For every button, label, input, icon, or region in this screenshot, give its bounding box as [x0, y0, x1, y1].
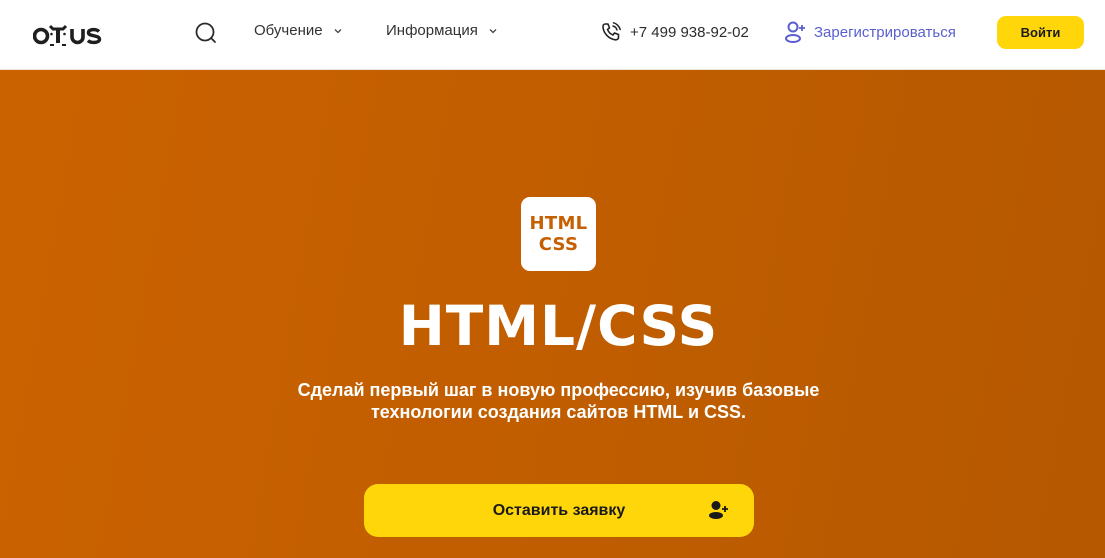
search-button[interactable] [193, 20, 219, 46]
nav-learning-dropdown[interactable]: Обучение [254, 22, 343, 39]
phone-number: +7 499 938-92-02 [630, 23, 749, 41]
logo-icon [33, 24, 102, 46]
user-plus-icon [785, 21, 805, 43]
site-header: Обучение Информация +7 499 938-92-02 Зар… [0, 0, 1105, 70]
subtitle-line-2: технологии создания сайтов HTML и CSS. [370, 402, 747, 422]
subtitle-line-1: Сделай первый шаг в новую профессию, изу… [297, 380, 820, 400]
chevron-down-icon [334, 28, 342, 33]
phone-link[interactable]: +7 499 938-92-02 [600, 21, 749, 43]
submit-application-button[interactable]: Оставить заявку [364, 484, 754, 537]
nav-info-label: Информация [386, 22, 478, 39]
cta-label: Оставить заявку [492, 501, 626, 519]
search-icon [195, 22, 216, 43]
nav-info-dropdown[interactable]: Информация [386, 22, 498, 39]
chevron-down-icon [489, 28, 497, 33]
hero-subtitle: Сделай первый шаг в новую профессию, изу… [0, 379, 1105, 423]
badge-line-html: HTML [529, 213, 588, 234]
phone-icon [602, 22, 621, 41]
course-badge: HTML CSS [521, 197, 596, 271]
nav-learning-label: Обучение [254, 22, 323, 39]
register-label: Зарегистрироваться [814, 23, 956, 41]
page-title: HTML/CSS [398, 294, 719, 358]
badge-line-css: CSS [538, 234, 579, 255]
register-link[interactable]: Зарегистрироваться [784, 20, 956, 44]
user-plus-icon [709, 501, 728, 519]
login-button[interactable]: Войти [997, 16, 1084, 49]
otus-logo[interactable] [33, 20, 111, 50]
